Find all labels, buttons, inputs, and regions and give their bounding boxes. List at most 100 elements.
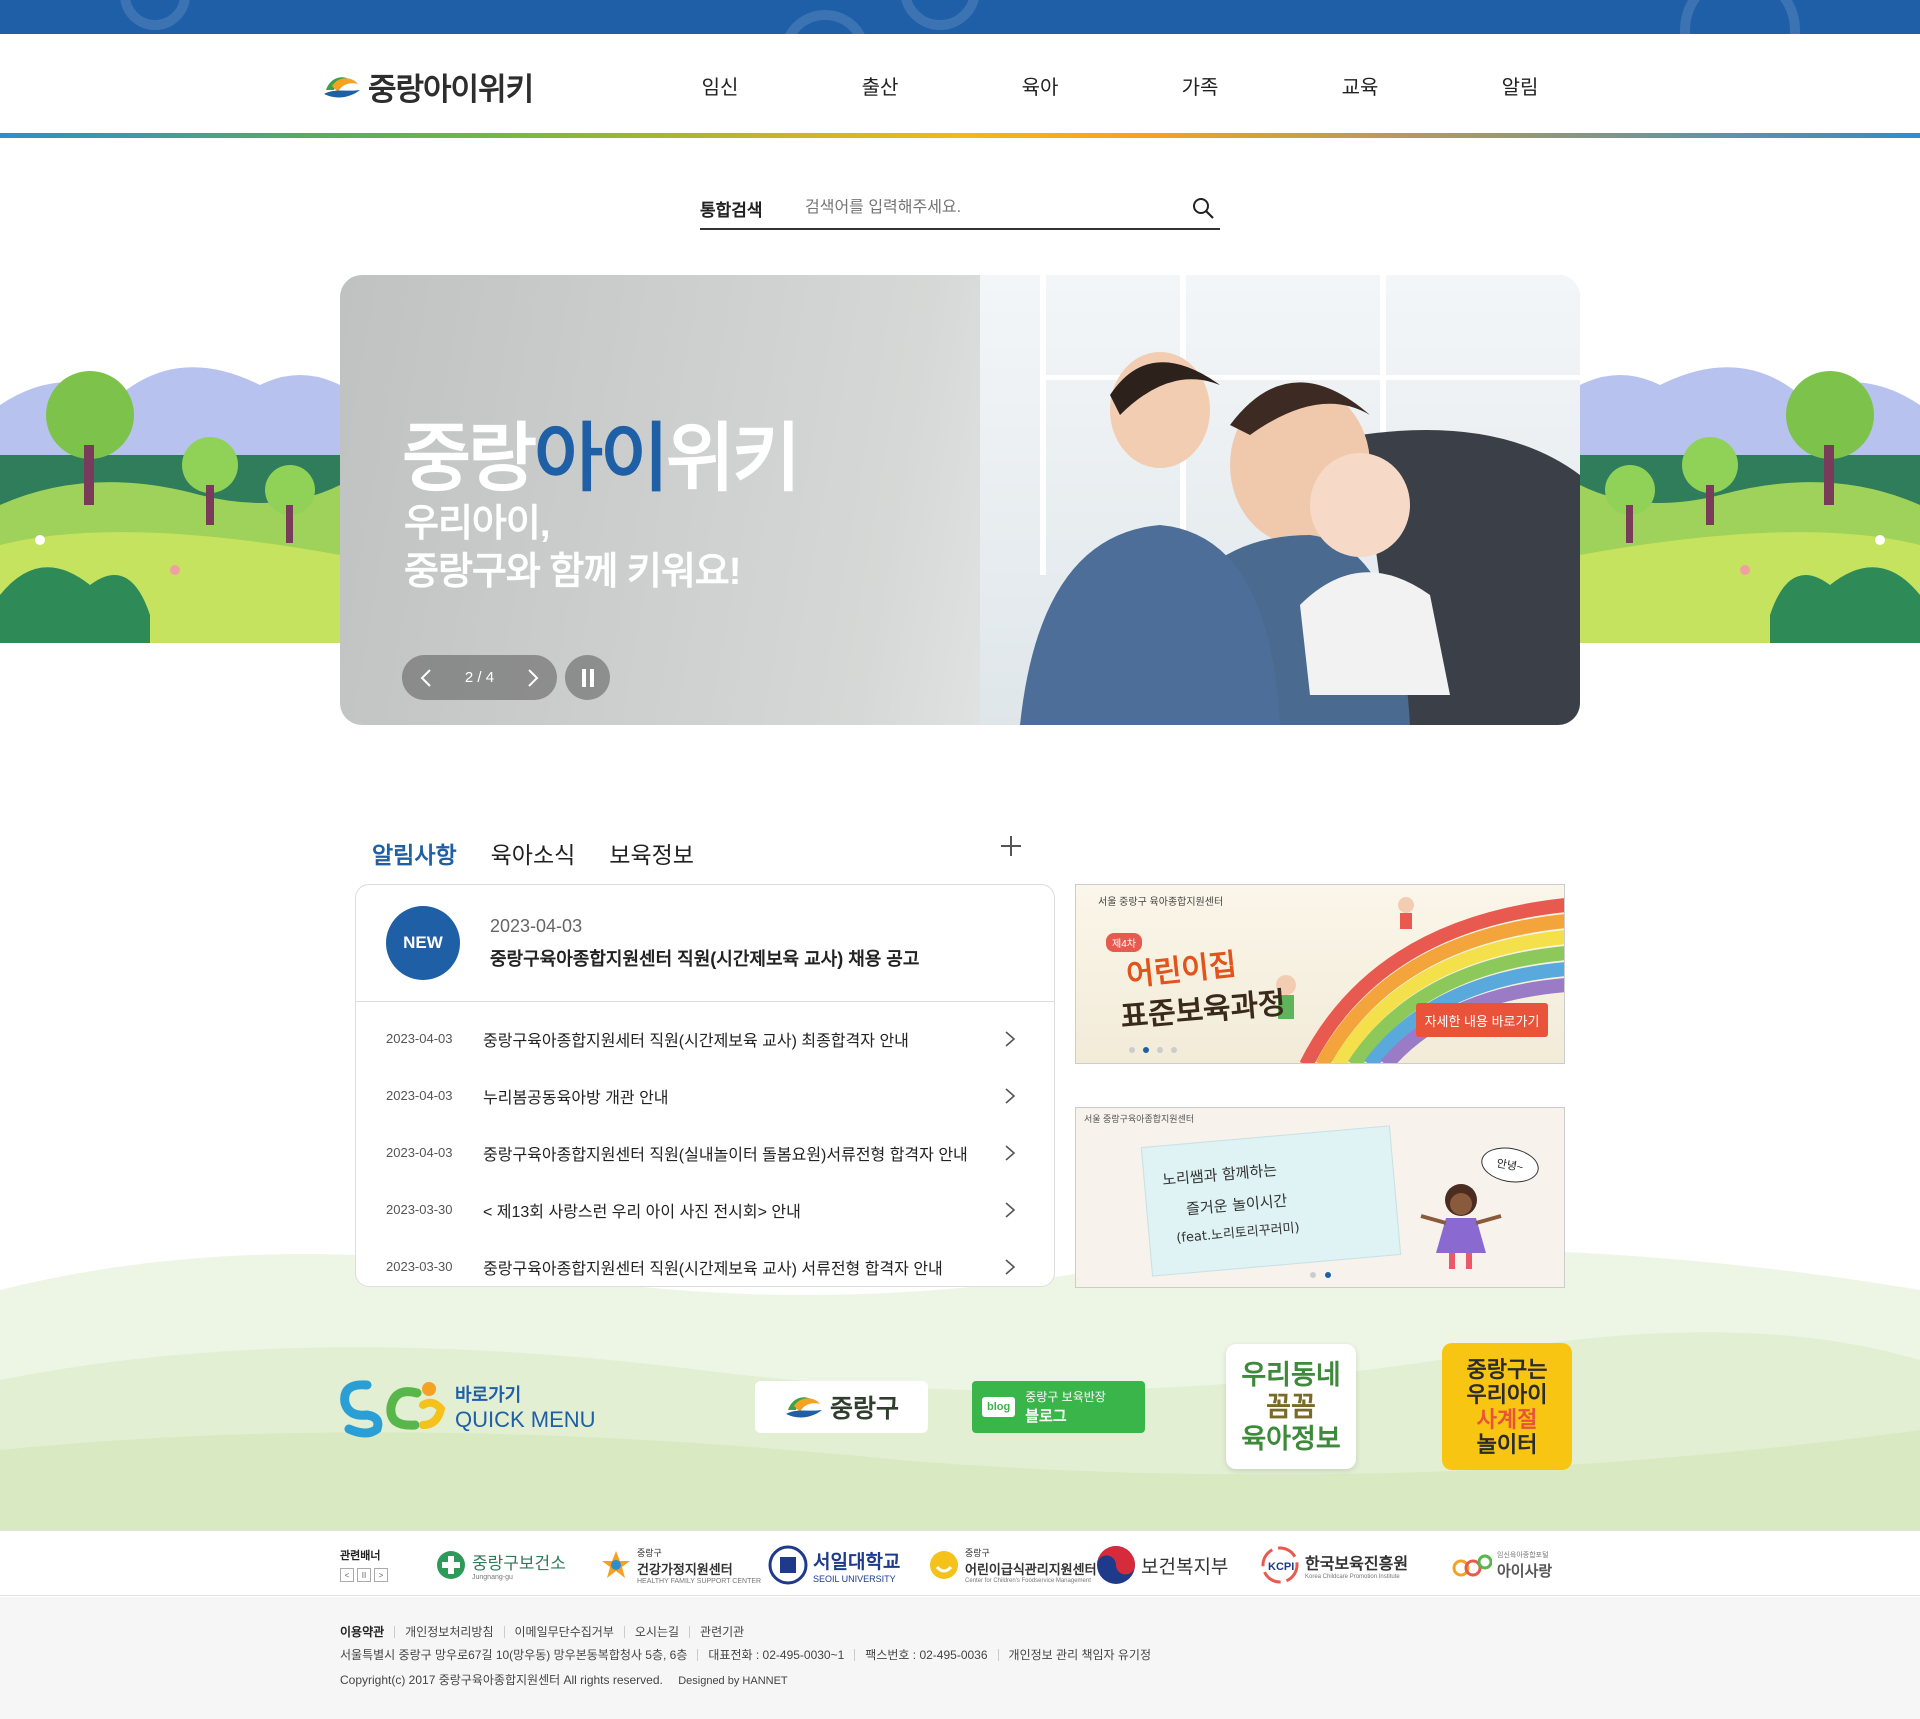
play-line-4: 놀이터 [1476,1431,1538,1457]
nav-item-birth[interactable]: 출산 [800,71,960,100]
banner1-org: 서울 중랑구 육아종합지원센터 [1098,897,1224,908]
chevron-right-icon [1005,1258,1016,1275]
nav-item-notice[interactable]: 알림 [1440,71,1600,100]
partner-name: 어린이급식관리지원센터 [965,1562,1097,1577]
banner2-pagination [1310,1272,1331,1278]
seoil-university-logo-icon [768,1545,808,1585]
integrated-search: 통합검색 [700,188,1220,230]
footer-link-related-orgs[interactable]: 관련기관 [689,1626,754,1638]
partner-kcpi[interactable]: KCPI 한국보육진흥원 Korea Childcare Promotion I… [1260,1545,1408,1585]
search-input[interactable] [805,199,1186,217]
prev-slide-button[interactable] [420,668,432,688]
partner-sub: Jungnang-gu [472,1574,513,1581]
play-line-2: 우리아이 [1466,1381,1548,1407]
site-logo[interactable]: 중랑아이위키 [322,64,534,109]
footer-link-privacy[interactable]: 개인정보처리방침 [394,1626,503,1638]
partner-foodservice-center[interactable]: 중랑구 어린이급식관리지원센터 Center for Children's Fo… [928,1545,1097,1585]
family-center-logo-icon [602,1551,630,1578]
blog-label-2: 블로그 [1025,1408,1067,1425]
info-line-3: 육아정보 [1241,1423,1341,1454]
tab-childcare-info[interactable]: 보육정보 [609,836,694,870]
notice-title: < 제13회 사랑스런 우리 아이 사진 전시회> 안내 [483,1203,801,1221]
promo-banner-play-time[interactable]: 서울 중랑구육아종합지원센터 노리쌤과 함께하는 즐거운 놀이시간 (feat.… [1075,1107,1565,1288]
featured-date: 2023-04-03 [490,915,583,936]
quick-link-blog[interactable]: blog 중랑구 보육반장 블로그 [972,1381,1145,1433]
nav-item-education[interactable]: 교육 [1280,71,1440,100]
related-next-button[interactable]: > [374,1568,388,1582]
quick-link-four-seasons-playground[interactable]: 중랑구는 우리아이 사계절 놀이터 [1442,1343,1572,1470]
tab-notice[interactable]: 알림사항 [372,836,457,870]
nav-item-pregnancy[interactable]: 임신 [640,71,800,100]
footer-link-directions[interactable]: 오시는길 [623,1626,689,1638]
quick-link-jungnang-gu[interactable]: 중랑구 [755,1381,928,1433]
promo-banner-curriculum[interactable]: 서울 중랑구 육아종합지원센터 제4차 어린이집 표준보육과정 자세한 내용 바… [1075,884,1565,1064]
logo-text: 중랑아이위키 [368,72,534,107]
notice-list: 2023-04-03 중랑구육아종합지원세터 직원(시간제보육 교사) 최종합격… [356,1002,1054,1286]
partner-pre: 중랑구 [965,1548,990,1558]
search-label: 통합검색 [700,200,763,220]
list-item[interactable]: 2023-04-03 중랑구육아종합지원센터 직원(실내놀이터 돌봄요원)서류전… [356,1124,1054,1181]
jungnang-label: 중랑구 [829,1395,899,1423]
partner-ministry-health-welfare[interactable]: 보건복지부 [1096,1545,1228,1585]
partner-sub: SEOIL UNIVERSITY [813,1573,896,1584]
partner-family-center[interactable]: 중랑구 건강가정지원센터 HEALTHY FAMILY SUPPORT CENT… [600,1545,761,1585]
partner-aisarang[interactable]: 임신육아종합포털 아이사랑 [1452,1545,1552,1585]
next-slide-button[interactable] [527,668,539,688]
partner-sub: Center for Children's Foodservice Manage… [965,1578,1091,1584]
hero-title-part2: 위키 [666,416,801,500]
notice-date: 2023-04-03 [386,1088,453,1103]
related-prev-button[interactable]: < [340,1568,354,1582]
partner-seoil-university[interactable]: 서일대학교 SEOIL UNIVERSITY [768,1545,900,1585]
hero-controls: 2 / 4 [402,655,610,700]
quick-link-neighborhood-info[interactable]: 우리동네 꼼꼼 육아정보 [1226,1344,1356,1469]
footer-fax: 팩스번호 : 02-495-0036 [854,1649,997,1661]
footer-link-no-email-collection[interactable]: 이메일무단수집거부 [503,1626,624,1638]
partner-name: 아이사랑 [1497,1562,1553,1580]
board-tabs: 알림사항 육아소식 보육정보 [372,836,694,870]
list-item[interactable]: 2023-03-30 < 제13회 사랑스런 우리 아이 사진 전시회> 안내 [356,1181,1054,1238]
partner-pre: 중랑구 [637,1547,662,1558]
play-line-3: 사계절 [1476,1406,1538,1432]
quick-menu-label-en: QUICK MENU [455,1407,596,1432]
featured-title: 중랑구육아종합지원센터 직원(시간제보육 교사) 채용 공고 [490,948,920,969]
play-line-1: 중랑구는 [1466,1356,1548,1382]
partner-health-center[interactable]: 중랑구보건소 Jungnang-gu [435,1545,566,1585]
featured-notice[interactable]: NEW 2023-04-03 중랑구육아종합지원센터 직원(시간제보육 교사) … [356,885,1054,1002]
chevron-right-icon [1005,1201,1016,1218]
hero-title-accent: 아이 [534,416,669,500]
slide-counter: 2 / 4 [465,669,494,686]
global-header: 중랑아이위키 임신 출산 육아 가족 교육 알림 [0,34,1920,136]
footer-links: 이용약관 개인정보처리방침 이메일무단수집거부 오시는길 관련기관 [340,1626,754,1638]
notice-date: 2023-04-03 [386,1031,453,1046]
partner-name: 한국보육진흥원 [1305,1556,1409,1573]
footer-link-terms[interactable]: 이용약관 [340,1626,394,1638]
banner1-detail-button[interactable]: 자세한 내용 바로가기 [1416,1003,1548,1037]
tab-parenting-news[interactable]: 육아소식 [491,836,576,870]
nav-item-family[interactable]: 가족 [1120,71,1280,100]
footer-copyright-text: Copyright(c) 2017 중랑구육아종합지원센터 All rights… [340,1673,663,1687]
footer-phone: 대표전화 : 02-495-0030~1 [697,1649,854,1661]
nav-item-parenting[interactable]: 육아 [960,71,1120,100]
plus-icon [1001,836,1021,856]
search-button[interactable] [1186,191,1220,225]
list-item[interactable]: 2023-03-30 중랑구육아종합지원센터 직원(시간제보육 교사) 서류전형… [356,1238,1054,1286]
partner-sub: 임신육아종합포털 [1497,1551,1549,1559]
chevron-right-icon [1005,1144,1016,1161]
footer-privacy-manager: 개인정보 관리 책임자 유기정 [997,1649,1161,1661]
logo-mark-icon [324,76,360,97]
health-center-logo-icon [437,1551,465,1579]
hero-subtitle: 우리아이, 중랑구와 함께 키워요! [404,500,741,596]
blog-label-1: 중랑구 보육반장 [1025,1390,1106,1404]
slide-total: 4 [485,669,495,686]
pause-button[interactable] [565,655,610,700]
chevron-right-icon [1005,1030,1016,1047]
kcpi-logo-icon: KCPI [1261,1546,1299,1584]
blog-icon: blog [982,1397,1016,1417]
hero-subtitle-line1: 우리아이, [404,503,550,545]
related-pause-button[interactable]: II [357,1568,371,1582]
list-item[interactable]: 2023-04-03 누리봄공동육아방 개관 안내 [356,1067,1054,1124]
board-more-button[interactable] [998,833,1024,859]
list-item[interactable]: 2023-04-03 중랑구육아종합지원세터 직원(시간제보육 교사) 최종합격… [356,1010,1054,1067]
chevron-right-icon [1005,1087,1016,1104]
notice-title: 중랑구육아종합지원세터 직원(시간제보육 교사) 최종합격자 안내 [483,1032,909,1050]
